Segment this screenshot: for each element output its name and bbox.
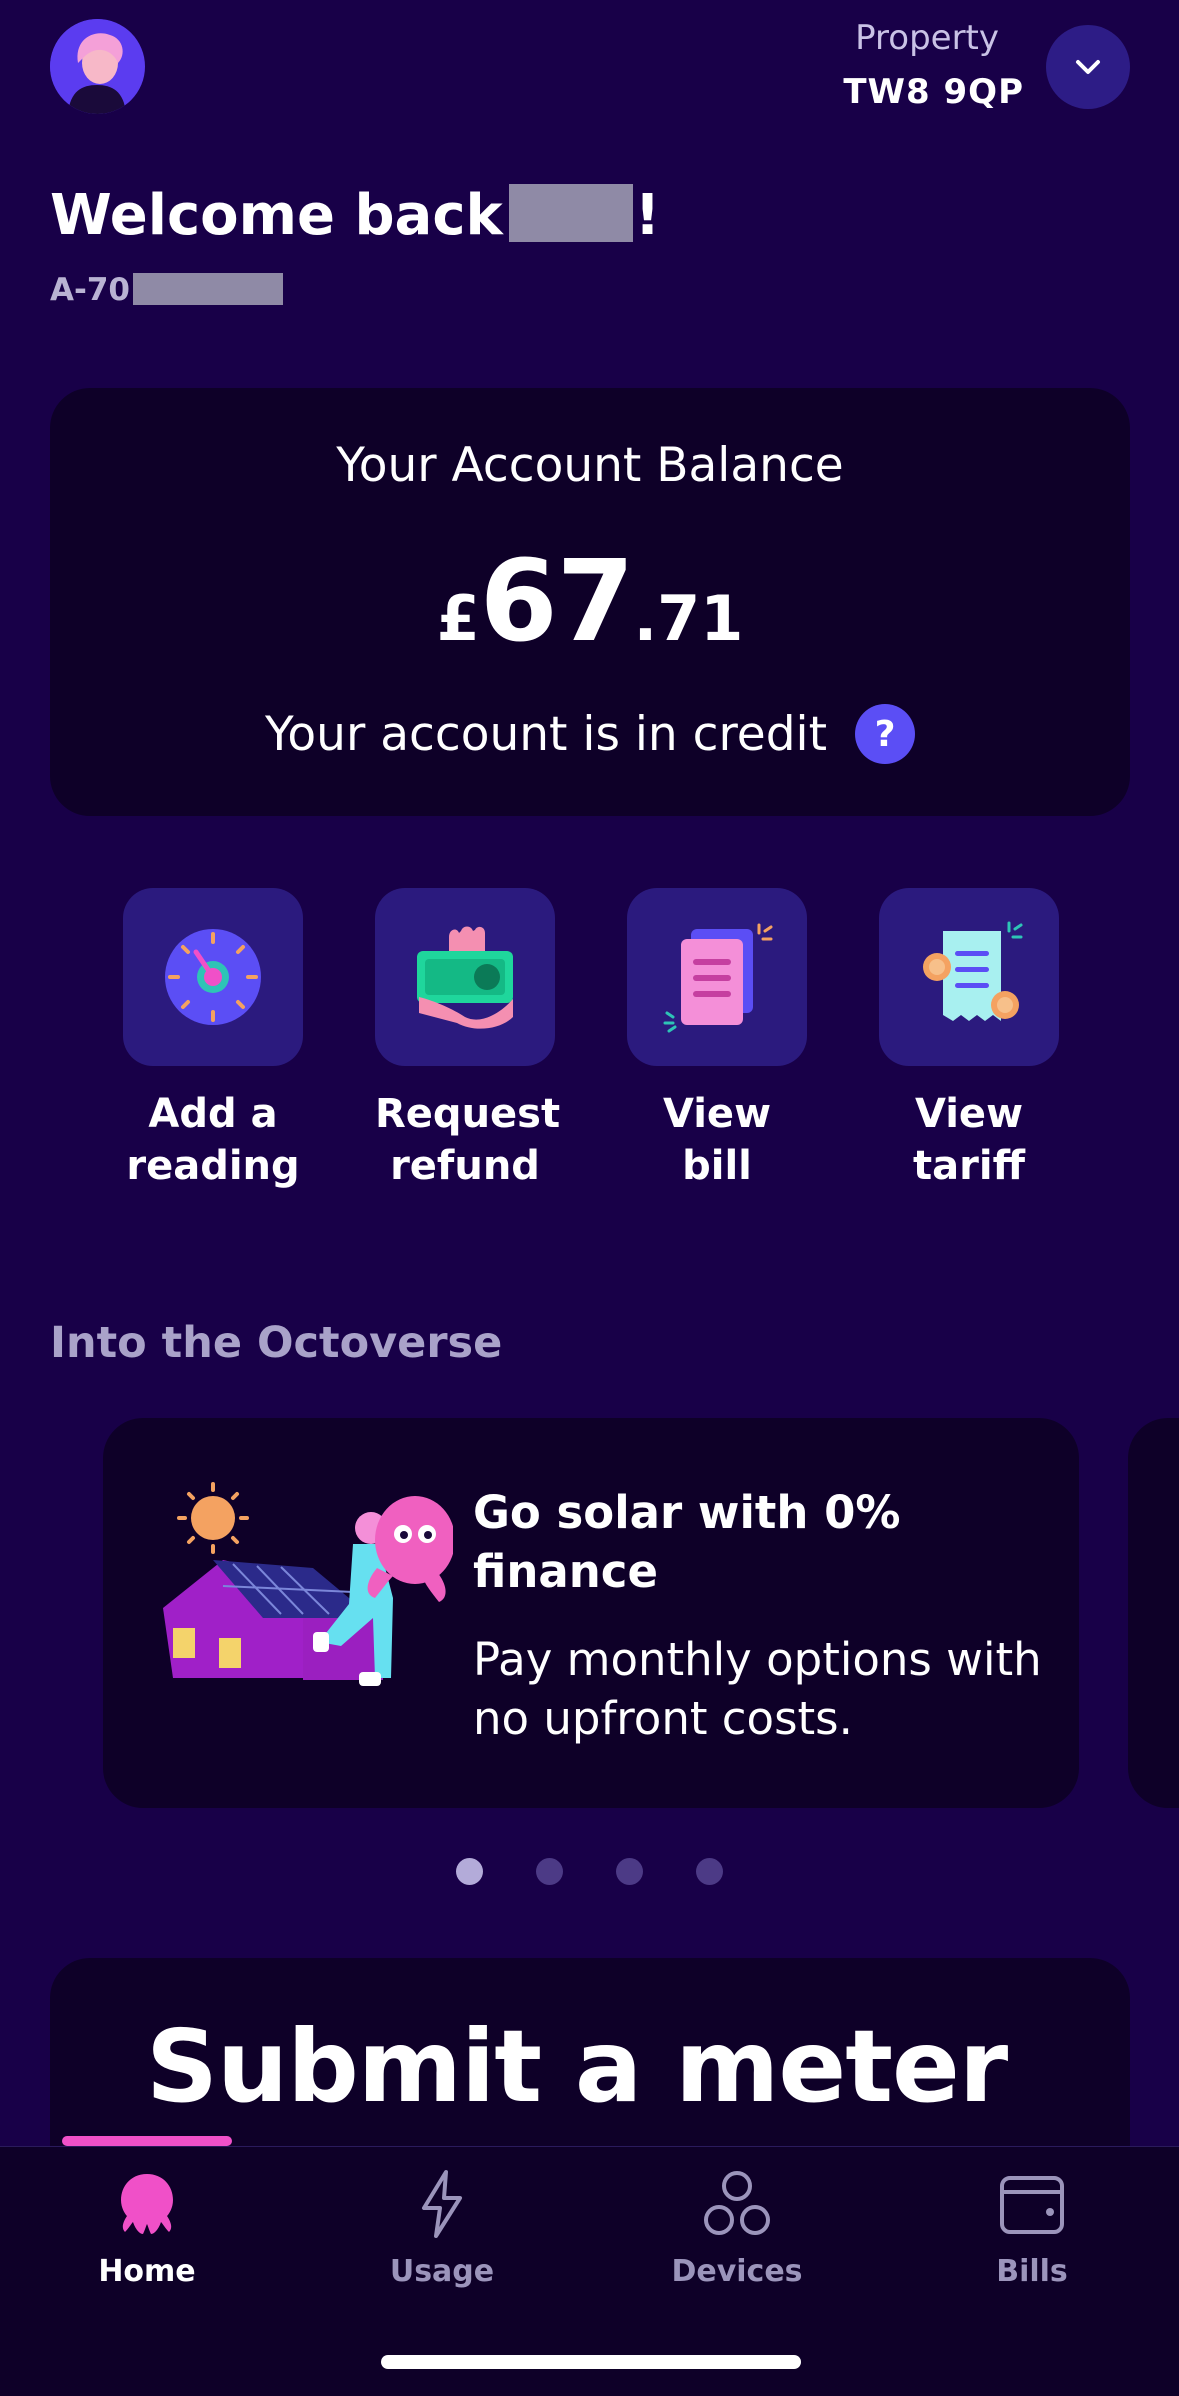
chevron-down-icon	[1076, 60, 1100, 74]
octopus-icon	[107, 2164, 187, 2244]
carousel-dot-4[interactable]	[696, 1858, 723, 1885]
octoverse-section-title: Into the Octoverse	[50, 1318, 503, 1368]
account-prefix: A-70	[50, 272, 130, 308]
welcome-prefix: Welcome back	[50, 183, 503, 248]
redacted-name	[508, 184, 633, 242]
request-refund-label: Request refund	[375, 1088, 561, 1192]
account-balance-card[interactable]: Your Account Balance £67.71 Your account…	[50, 388, 1130, 816]
nav-item-bills[interactable]: Bills	[932, 2164, 1132, 2289]
receipt-coins-icon	[923, 921, 1023, 1021]
account-number: A-70	[50, 272, 283, 308]
carousel-pagination	[0, 1858, 1179, 1885]
hand-cash-icon	[417, 926, 513, 1029]
meter-dial-icon	[165, 929, 261, 1025]
view-bill-label: View bill	[627, 1088, 807, 1192]
sun-icon	[177, 1482, 249, 1554]
bill-document-icon	[663, 923, 773, 1033]
balance-status-row: Your account is in credit ?	[50, 704, 1130, 764]
view-tariff-label-line2: tariff	[913, 1143, 1025, 1189]
promo-body: Pay monthly options with no upfront cost…	[473, 1633, 1042, 1746]
add-reading-tile[interactable]	[123, 888, 303, 1066]
balance-amount: £67.71	[50, 546, 1130, 658]
request-refund-action[interactable]: Request refund	[375, 888, 561, 1192]
welcome-suffix: !	[634, 183, 661, 248]
nav-label-usage: Usage	[389, 2254, 495, 2289]
octopus-mascot-icon	[367, 1496, 453, 1602]
carousel-dot-1[interactable]	[456, 1858, 483, 1885]
submit-meter-title: Submit a meter	[146, 2008, 1008, 2125]
devices-icon	[697, 2164, 777, 2244]
nav-item-home[interactable]: Home	[47, 2164, 247, 2289]
welcome-heading: Welcome back!	[50, 183, 660, 248]
carousel-dot-3[interactable]	[616, 1858, 643, 1885]
help-icon[interactable]: ?	[855, 704, 916, 764]
lightning-icon	[402, 2164, 482, 2244]
avatar-illustration	[50, 19, 144, 114]
add-reading-action[interactable]: Add a reading	[123, 888, 303, 1192]
property-dropdown-button[interactable]	[1046, 25, 1130, 109]
avatar[interactable]	[50, 19, 145, 114]
solar-promo-card[interactable]: Go solar with 0% finance Pay monthly opt…	[103, 1418, 1079, 1808]
view-bill-action[interactable]: View bill	[627, 888, 807, 1192]
nav-item-devices[interactable]: Devices	[637, 2164, 837, 2289]
nav-label-bills: Bills	[996, 2254, 1068, 2289]
carousel-dot-2[interactable]	[536, 1858, 563, 1885]
home-indicator[interactable]	[381, 2355, 801, 2369]
property-label: Property	[855, 18, 999, 58]
add-reading-label-line1: Add a	[148, 1091, 278, 1137]
next-promo-card-peek[interactable]	[1128, 1418, 1179, 1808]
property-postcode[interactable]: TW8 9QP	[843, 72, 1024, 112]
add-reading-label-line2: reading	[126, 1143, 300, 1189]
view-bill-label-line1: View	[662, 1091, 772, 1137]
view-tariff-tile[interactable]	[879, 888, 1059, 1066]
view-tariff-label: View tariff	[879, 1088, 1059, 1192]
balance-pence: .71	[633, 582, 744, 655]
balance-currency: £	[436, 582, 480, 655]
request-refund-label-line2: refund	[390, 1143, 540, 1189]
view-tariff-label-line1: View	[914, 1091, 1024, 1137]
balance-pounds: 67	[479, 537, 635, 667]
nav-label-home: Home	[98, 2254, 196, 2289]
solar-octopus-illustration	[163, 1482, 453, 1686]
view-bill-tile[interactable]	[627, 888, 807, 1066]
request-refund-label-line1: Request	[375, 1091, 561, 1137]
view-tariff-action[interactable]: View tariff	[879, 888, 1059, 1192]
wallet-icon	[992, 2164, 1072, 2244]
nav-item-usage[interactable]: Usage	[342, 2164, 542, 2289]
balance-title: Your Account Balance	[336, 438, 844, 493]
view-bill-label-line2: bill	[682, 1143, 752, 1189]
balance-status: Your account is in credit	[264, 706, 828, 762]
request-refund-tile[interactable]	[375, 888, 555, 1066]
active-tab-indicator	[62, 2136, 232, 2146]
promo-title: Go solar with 0% finance	[473, 1486, 901, 1599]
add-reading-label: Add a reading	[123, 1088, 303, 1192]
nav-label-devices: Devices	[671, 2254, 803, 2289]
redacted-account	[133, 273, 283, 305]
